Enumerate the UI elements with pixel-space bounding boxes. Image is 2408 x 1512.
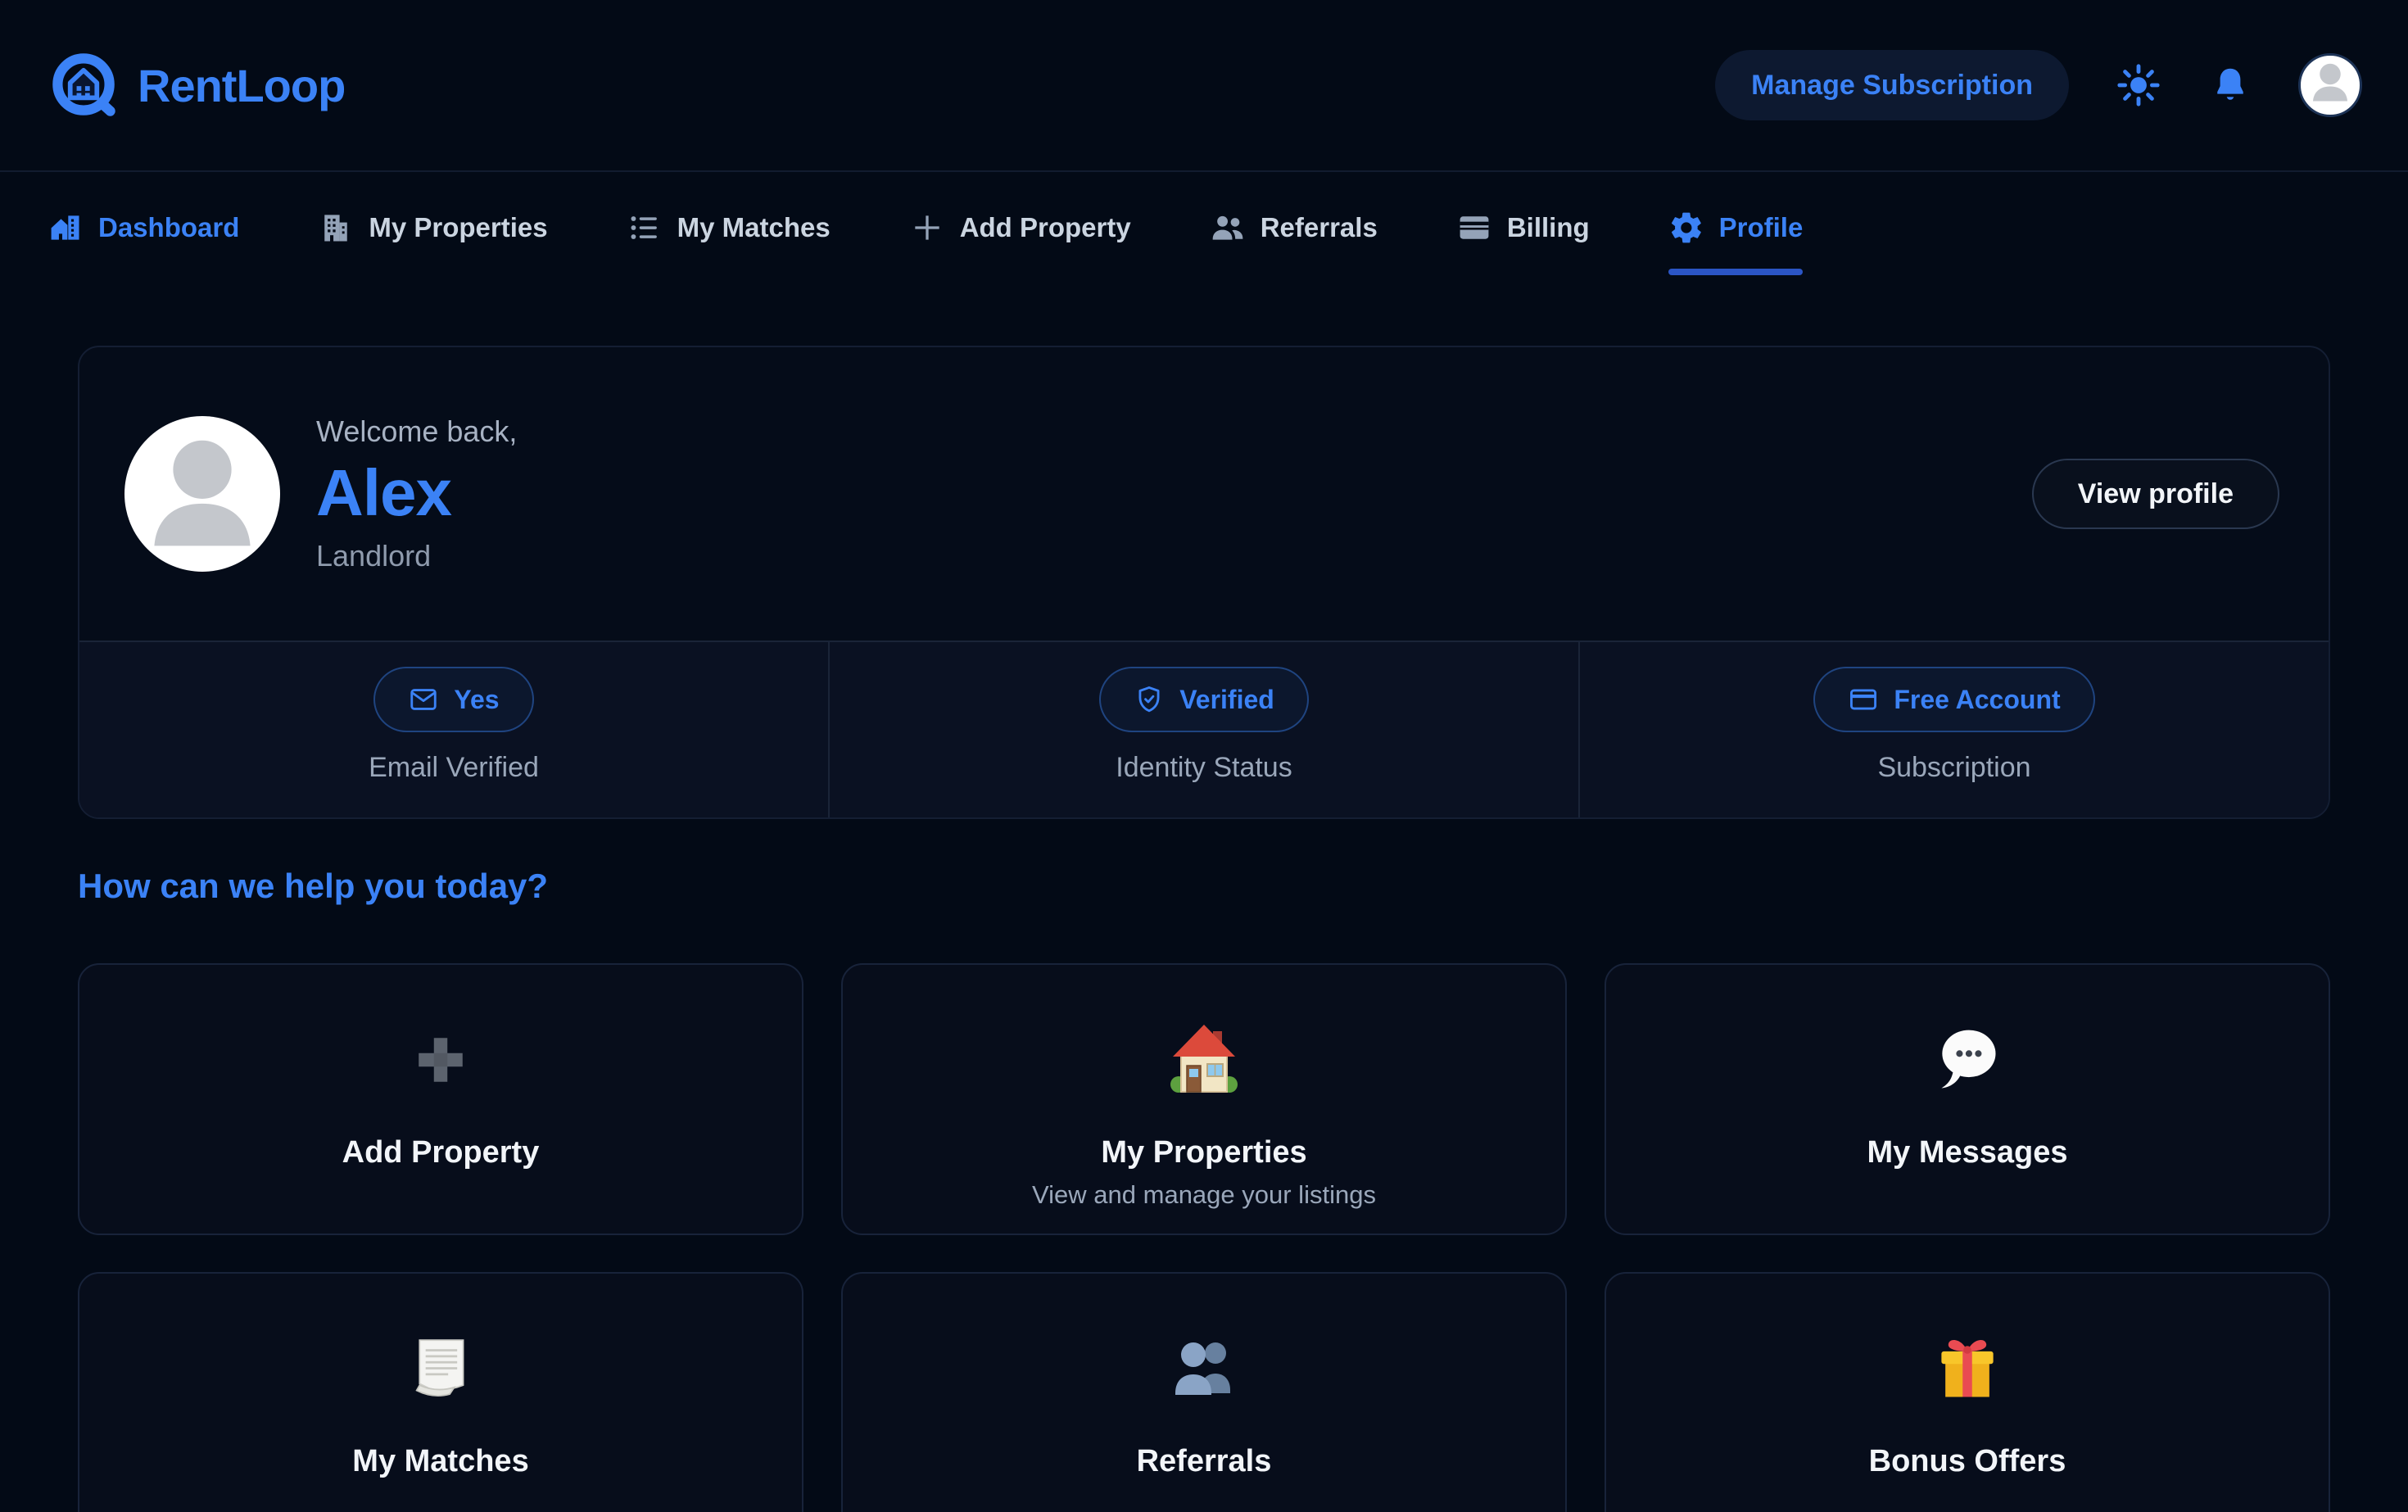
stat-label: Subscription xyxy=(1877,752,2030,784)
user-role: Landlord xyxy=(316,539,517,573)
list-icon xyxy=(627,210,663,246)
card-my-messages[interactable]: My Messages xyxy=(1605,963,2330,1235)
profile-avatar xyxy=(124,416,280,572)
tab-add-property[interactable]: Add Property xyxy=(909,210,1131,275)
card-referrals[interactable]: Referrals xyxy=(841,1272,1567,1512)
plus-icon xyxy=(412,998,469,1122)
tab-my-matches[interactable]: My Matches xyxy=(627,210,831,275)
card-add-property[interactable]: Add Property xyxy=(78,963,803,1235)
rentloop-logo-icon xyxy=(46,48,121,123)
theme-toggle-sun-icon[interactable] xyxy=(2115,61,2162,109)
app-header: RentLoop Manage Subscription xyxy=(0,0,2408,172)
stat-email-verified: Yes Email Verified xyxy=(79,642,828,817)
tab-label: Add Property xyxy=(960,212,1131,243)
speech-balloon-emoji-icon xyxy=(1930,998,2005,1122)
envelope-icon xyxy=(408,684,439,715)
stat-label: Identity Status xyxy=(1116,752,1292,784)
tab-label: My Matches xyxy=(677,212,831,243)
tab-billing[interactable]: Billing xyxy=(1456,210,1590,275)
main-nav: Dashboard My Properties My Matches xyxy=(0,172,2408,275)
card-my-properties[interactable]: My Properties View and manage your listi… xyxy=(841,963,1567,1235)
help-section-heading: How can we help you today? xyxy=(78,867,2330,906)
identity-verified-badge: Verified xyxy=(1099,667,1309,732)
manage-subscription-button[interactable]: Manage Subscription xyxy=(1715,50,2069,120)
credit-card-icon xyxy=(1456,210,1492,246)
tab-my-properties[interactable]: My Properties xyxy=(318,210,547,275)
header-user-avatar[interactable] xyxy=(2298,53,2362,117)
tab-label: My Properties xyxy=(369,212,547,243)
dashboard-home-icon xyxy=(48,210,84,246)
building-icon xyxy=(318,210,354,246)
gear-icon xyxy=(1668,210,1704,246)
stat-subscription: Free Account Subscription xyxy=(1578,642,2329,817)
brand-name: RentLoop xyxy=(138,59,345,112)
plus-icon xyxy=(909,210,945,246)
house-emoji-icon xyxy=(1165,998,1243,1122)
account-stats-row: Yes Email Verified Verified Identity Sta… xyxy=(79,641,2329,817)
notifications-bell-icon[interactable] xyxy=(2208,63,2252,107)
stat-label: Email Verified xyxy=(369,752,539,784)
people-icon xyxy=(1210,210,1246,246)
quick-actions-grid: Add Property My Properties View and mana… xyxy=(78,963,2330,1512)
card-bonus-offers[interactable]: Bonus Offers xyxy=(1605,1272,2330,1512)
tab-label: Billing xyxy=(1507,212,1590,243)
email-verified-badge: Yes xyxy=(373,667,533,732)
view-profile-button[interactable]: View profile xyxy=(2032,459,2279,529)
subscription-badge: Free Account xyxy=(1813,667,2094,732)
tab-profile[interactable]: Profile xyxy=(1668,210,1804,275)
stat-identity-status: Verified Identity Status xyxy=(828,642,1578,817)
tab-referrals[interactable]: Referrals xyxy=(1210,210,1378,275)
tab-label: Dashboard xyxy=(98,212,239,243)
welcome-card: Welcome back, Alex Landlord View profile… xyxy=(78,346,2330,819)
welcome-greeting: Welcome back, xyxy=(316,414,517,449)
busts-emoji-icon xyxy=(1165,1306,1243,1431)
page-curl-emoji-icon xyxy=(405,1306,477,1431)
user-name: Alex xyxy=(316,455,517,531)
shield-check-icon xyxy=(1134,684,1165,715)
card-my-matches[interactable]: My Matches xyxy=(78,1272,803,1512)
tab-label: Referrals xyxy=(1261,212,1378,243)
credit-card-icon xyxy=(1848,684,1879,715)
tab-dashboard[interactable]: Dashboard xyxy=(48,210,239,275)
tab-label: Profile xyxy=(1719,212,1804,243)
brand-logo[interactable]: RentLoop xyxy=(46,48,345,123)
gift-emoji-icon xyxy=(1930,1306,2005,1431)
